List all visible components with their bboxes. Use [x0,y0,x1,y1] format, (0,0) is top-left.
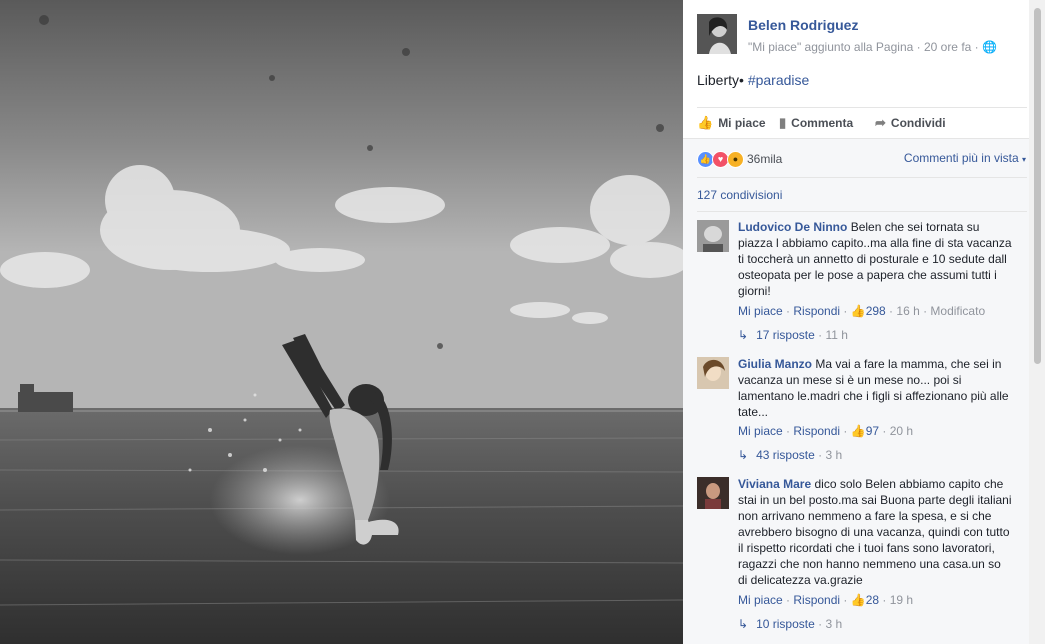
post-actions: 👍 Mi piace ▮ Commenta ➦ Condividi [697,113,1027,133]
comment-author[interactable]: Ludovico De Ninno [738,220,847,234]
post-meta: "Mi piace" aggiunto alla Pagina · 20 ore… [748,40,997,54]
scrollbar[interactable] [1029,0,1045,644]
commenter-avatar[interactable] [697,357,729,389]
comment-button[interactable]: ▮ Commenta [779,115,853,131]
comment-time[interactable]: 16 h [896,304,919,318]
post-text-main: Liberty• [697,72,744,88]
comment-author[interactable]: Viviana Mare [738,477,811,491]
comment-edited[interactable]: Modificato [930,304,985,318]
shares-count[interactable]: 127 condivisioni [697,188,782,202]
divider [697,177,1027,178]
comment-label: Commenta [791,116,854,130]
share-button[interactable]: ➦ Condividi [875,115,946,131]
comment-meta: Mi piace · Rispondi · 👍298 · 16 h · Modi… [738,304,986,318]
comment-reply-link[interactable]: Rispondi [793,593,840,607]
comment-like-count[interactable]: 97 [866,424,879,438]
replies-time: 11 h [825,328,848,342]
comment-meta: Mi piace · Rispondi · 👍28 · 19 h [738,593,914,607]
post-header: Belen Rodriguez "Mi piace" aggiunto alla… [697,14,1037,62]
like-button[interactable]: 👍 Mi piace [697,115,766,131]
reply-arrow-icon: ↳ [738,617,749,631]
comment-body: Giulia Manzo Ma vai a fare la mamma, che… [738,356,1013,420]
like-label: Mi piace [718,116,766,130]
comment-time[interactable]: 20 h [890,424,913,438]
replies-count: 10 risposte [756,617,815,631]
post-meta-text: "Mi piace" aggiunto alla Pagina · 20 ore… [748,40,979,54]
wow-icon: ● [727,150,744,168]
replies-count: 43 risposte [756,448,815,462]
reactions-summary[interactable]: 👍 ♥ ● 36mila [697,150,782,168]
comment-body: Ludovico De Ninno Belen che sei tornata … [738,219,1013,299]
comment-author[interactable]: Giulia Manzo [738,357,812,371]
divider [697,211,1027,212]
page-name[interactable]: Belen Rodriguez [748,17,858,33]
comment-body: Viviana Mare dico solo Belen abbiamo cap… [738,476,1013,588]
reply-arrow-icon: ↳ [738,328,749,342]
comment-like-link[interactable]: Mi piace [738,304,783,318]
comment-order-dropdown[interactable]: Commenti più in vista ▾ [904,151,1026,165]
share-icon: ➦ [875,115,886,130]
replies-time: 3 h [825,448,843,462]
divider [697,107,1027,108]
thumbs-up-icon: 👍 [850,304,866,318]
post-photo[interactable] [0,0,683,644]
comment-reply-link[interactable]: Rispondi [793,424,840,438]
commenter-avatar[interactable] [697,477,729,509]
scrollbar-thumb[interactable] [1034,8,1041,364]
page-avatar[interactable] [697,14,737,54]
comment-meta: Mi piace · Rispondi · 👍97 · 20 h [738,424,914,438]
comment-icon: ▮ [779,115,787,130]
thumbs-up-icon: 👍 [850,593,866,607]
globe-icon: 🌐 [982,40,997,54]
replies-time: 3 h [825,617,843,631]
comment-like-link[interactable]: Mi piace [738,424,783,438]
share-label: Condividi [890,116,946,130]
commenter-avatar[interactable] [697,220,729,252]
thumbs-up-icon: 👍 [850,424,866,438]
hashtag-link[interactable]: #paradise [748,72,810,88]
caret-down-icon: ▾ [1021,155,1026,164]
comment-time[interactable]: 19 h [890,593,913,607]
comment-text: dico solo Belen abbiamo capito che stai … [738,477,1012,587]
replies-link[interactable]: ↳ 17 risposte · 11 h [738,328,848,342]
replies-link[interactable]: ↳ 10 risposte · 3 h [738,617,842,631]
thumbs-up-icon: 👍 [697,115,714,130]
reactions-count: 36mila [747,152,783,166]
comment-like-count[interactable]: 28 [866,593,879,607]
comment-reply-link[interactable]: Rispondi [793,304,840,318]
replies-count: 17 risposte [756,328,815,342]
comment-like-link[interactable]: Mi piace [738,593,783,607]
replies-link[interactable]: ↳ 43 risposte · 3 h [738,448,842,462]
comment-like-count[interactable]: 298 [866,304,886,318]
post-panel: Belen Rodriguez "Mi piace" aggiunto alla… [683,0,1045,644]
post-text: Liberty• #paradise [697,72,809,88]
comment-order-label: Commenti più in vista [903,151,1019,165]
reply-arrow-icon: ↳ [738,448,749,462]
